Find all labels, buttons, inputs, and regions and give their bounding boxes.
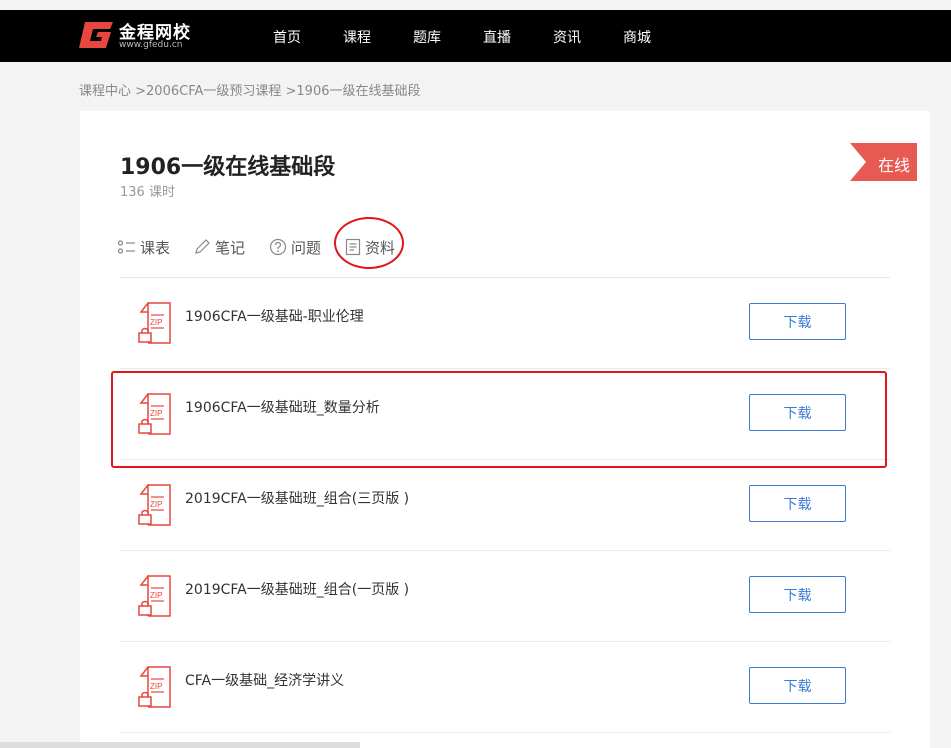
list-icon [118, 240, 135, 254]
nav-item-mall[interactable]: 商城 [623, 27, 651, 47]
course-hours: 136 课时 [120, 185, 175, 200]
svg-text:ZIP: ZIP [150, 682, 162, 691]
breadcrumb-current[interactable]: 1906一级在线基础段 [296, 84, 420, 99]
download-button[interactable]: 下载 [749, 485, 846, 522]
annotation-highlight-row [111, 371, 887, 468]
download-button[interactable]: 下载 [749, 667, 846, 704]
horizontal-scrollbar[interactable] [0, 742, 360, 748]
download-button[interactable]: 下载 [749, 576, 846, 613]
question-icon [269, 238, 287, 256]
breadcrumb-program[interactable]: 2006CFA一级预习课程 > [146, 84, 296, 99]
file-row: ZIP 2019CFA一级基础班_组合(一页版 ) 下载 [120, 551, 890, 642]
breadcrumb-course-center[interactable]: 课程中心 > [79, 84, 146, 99]
svg-text:ZIP: ZIP [150, 318, 162, 327]
zip-file-icon: ZIP [138, 575, 171, 617]
nav-item-news[interactable]: 资讯 [553, 27, 581, 47]
tab-notes[interactable]: 笔记 [193, 235, 245, 259]
nav-item-live[interactable]: 直播 [483, 27, 511, 47]
nav-item-home[interactable]: 首页 [273, 27, 301, 47]
file-name: 2019CFA一级基础班_组合(三页版 ) [185, 491, 410, 507]
zip-file-icon: ZIP [138, 302, 171, 344]
file-name: 1906CFA一级基础-职业伦理 [185, 309, 364, 325]
row-divider [120, 732, 890, 733]
svg-text:ZIP: ZIP [150, 500, 162, 509]
file-row: ZIP 1906CFA一级基础-职业伦理 下载 [120, 278, 890, 369]
file-name: CFA一级基础_经济学讲义 [185, 673, 345, 689]
course-title: 1906一级在线基础段 [120, 155, 336, 180]
download-button[interactable]: 下载 [749, 303, 846, 340]
online-badge-label: 在线 [878, 156, 911, 175]
file-row: ZIP CFA一级基础_经济学讲义 下载 [120, 642, 890, 733]
logo-g-icon [79, 22, 113, 48]
tab-questions-label: 问题 [291, 238, 322, 257]
tab-questions[interactable]: 问题 [269, 235, 321, 259]
breadcrumb: 课程中心 >2006CFA一级预习课程 >1906一级在线基础段 [79, 80, 421, 99]
zip-file-icon: ZIP [138, 484, 171, 526]
top-nav-bar: 金程网校 www.gfedu.cn 首页 课程 题库 直播 资讯 商城 [0, 10, 951, 62]
pencil-icon [195, 239, 210, 254]
tab-schedule-label: 课表 [140, 238, 171, 257]
annotation-circle-materials-tab [334, 217, 404, 269]
online-badge: 在线 [850, 143, 917, 181]
file-name: 2019CFA一级基础班_组合(一页版 ) [185, 582, 410, 598]
site-logo[interactable]: 金程网校 www.gfedu.cn [79, 18, 199, 54]
nav-item-question-bank[interactable]: 题库 [413, 27, 441, 47]
tab-notes-label: 笔记 [215, 238, 246, 257]
svg-text:ZIP: ZIP [150, 591, 162, 600]
zip-file-icon: ZIP [138, 666, 171, 708]
file-row: ZIP 2019CFA一级基础班_组合(三页版 ) 下载 [120, 460, 890, 551]
nav-item-courses[interactable]: 课程 [343, 27, 371, 47]
logo-url: www.gfedu.cn [119, 40, 183, 50]
tab-schedule[interactable]: 课表 [118, 235, 170, 259]
